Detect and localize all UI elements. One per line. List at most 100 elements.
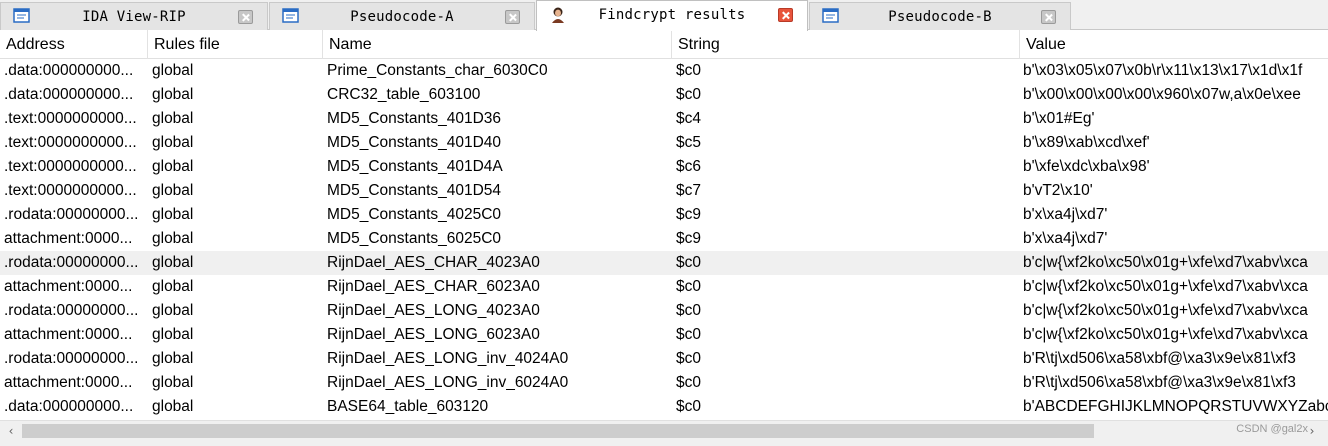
cell-value: b'\x03\x05\x07\x0b\r\x11\x13\x17\x1d\x1f [1023, 62, 1303, 79]
table-header: Address Rules file Name String Value [0, 30, 1328, 59]
cell-address: .rodata:00000000... [4, 254, 139, 271]
findcrypt-icon [549, 6, 567, 23]
cell-name: MD5_Constants_401D40 [327, 134, 502, 151]
cell-rules-file: global [152, 134, 194, 151]
cell-rules-file: global [152, 62, 194, 79]
cell-value: b'x\xa4j\xd7' [1023, 206, 1108, 223]
tab-label: IDA View-RIP [82, 9, 186, 25]
cell-rules-file: global [152, 182, 194, 199]
cell-address: .text:0000000000... [4, 158, 137, 175]
cell-value: b'c|w{\xf2ko\xc50\x01g+\xfe\xd7\xabv\xca [1023, 278, 1308, 295]
table-row[interactable]: attachment:0000... global RijnDael_AES_C… [0, 275, 1328, 299]
cell-string: $c0 [676, 254, 701, 271]
cell-value: b'\x01#Eg' [1023, 110, 1095, 127]
cell-string: $c0 [676, 278, 701, 295]
table-row[interactable]: .text:0000000000... global MD5_Constants… [0, 179, 1328, 203]
cell-address: attachment:0000... [4, 230, 133, 247]
cell-name: MD5_Constants_6025C0 [327, 230, 502, 247]
cell-rules-file: global [152, 398, 194, 415]
tab-ida-view-rip[interactable]: IDA View-RIP [0, 2, 268, 30]
cell-address: attachment:0000... [4, 326, 133, 343]
table-row[interactable]: attachment:0000... global MD5_Constants_… [0, 227, 1328, 251]
cell-address: .text:0000000000... [4, 134, 137, 151]
cell-string: $c0 [676, 398, 701, 415]
cell-value: b'\xfe\xdc\xba\x98' [1023, 158, 1150, 175]
cell-address: .rodata:00000000... [4, 350, 139, 367]
column-header-name[interactable]: Name [323, 30, 672, 59]
table-row[interactable]: .text:0000000000... global MD5_Constants… [0, 107, 1328, 131]
table-row[interactable]: .rodata:00000000... global RijnDael_AES_… [0, 347, 1328, 371]
cell-value: b'x\xa4j\xd7' [1023, 230, 1108, 247]
scrollbar-thumb[interactable] [22, 424, 1094, 438]
cell-value: b'c|w{\xf2ko\xc50\x01g+\xfe\xd7\xabv\xca [1023, 302, 1308, 319]
cell-name: RijnDael_AES_LONG_inv_4024A0 [327, 350, 569, 367]
cell-string: $c6 [676, 158, 701, 175]
cell-rules-file: global [152, 302, 194, 319]
cell-rules-file: global [152, 230, 194, 247]
table-row[interactable]: attachment:0000... global RijnDael_AES_L… [0, 371, 1328, 395]
column-header-string[interactable]: String [672, 30, 1020, 59]
cell-string: $c7 [676, 182, 701, 199]
table-row[interactable]: .rodata:00000000... global MD5_Constants… [0, 203, 1328, 227]
cell-value: b'R\tj\xd506\xa58\xbf@\xa3\x9e\x81\xf3 [1023, 374, 1296, 391]
cell-string: $c9 [676, 206, 701, 223]
close-icon[interactable] [778, 8, 793, 22]
cell-address: .text:0000000000... [4, 110, 137, 127]
cell-address: .rodata:00000000... [4, 302, 139, 319]
cell-rules-file: global [152, 158, 194, 175]
cell-rules-file: global [152, 110, 194, 127]
scroll-left-arrow-icon[interactable]: ‹ [5, 425, 17, 437]
table-row[interactable]: .data:000000000... global Prime_Constant… [0, 59, 1328, 83]
horizontal-scrollbar[interactable]: ‹ › [0, 420, 1328, 440]
table-row[interactable]: .rodata:00000000... global RijnDael_AES_… [0, 251, 1328, 275]
table-row[interactable]: attachment:0000... global RijnDael_AES_L… [0, 323, 1328, 347]
table-row[interactable]: .text:0000000000... global MD5_Constants… [0, 131, 1328, 155]
cell-string: $c4 [676, 110, 701, 127]
close-icon[interactable] [505, 10, 520, 24]
cell-value: b'ABCDEFGHIJKLMNOPQRSTUVWXYZabc [1023, 398, 1328, 415]
tab-pseudocode-a[interactable]: Pseudocode-A [269, 2, 535, 30]
cell-name: MD5_Constants_401D36 [327, 110, 502, 127]
cell-address: attachment:0000... [4, 278, 133, 295]
cell-string: $c0 [676, 326, 701, 343]
cell-string: $c0 [676, 302, 701, 319]
cell-name: BASE64_table_603120 [327, 398, 489, 415]
cell-name: CRC32_table_603100 [327, 86, 481, 103]
table-row[interactable]: .rodata:00000000... global RijnDael_AES_… [0, 299, 1328, 323]
cell-name: RijnDael_AES_LONG_6023A0 [327, 326, 540, 343]
cell-name: RijnDael_AES_LONG_4023A0 [327, 302, 540, 319]
cell-address: .data:000000000... [4, 86, 134, 103]
column-header-address[interactable]: Address [0, 30, 148, 59]
cell-string: $c0 [676, 374, 701, 391]
cell-value: b'R\tj\xd506\xa58\xbf@\xa3\x9e\x81\xf3 [1023, 350, 1296, 367]
table-row[interactable]: .text:0000000000... global MD5_Constants… [0, 155, 1328, 179]
cell-name: RijnDael_AES_CHAR_4023A0 [327, 254, 540, 271]
pseudocode-icon [822, 8, 840, 24]
tab-pseudocode-b[interactable]: Pseudocode-B [809, 2, 1071, 30]
close-icon[interactable] [1041, 10, 1056, 24]
cell-rules-file: global [152, 86, 194, 103]
cell-string: $c0 [676, 86, 701, 103]
findcrypt-results-table: Address Rules file Name String Value .da… [0, 30, 1328, 420]
cell-name: RijnDael_AES_LONG_inv_6024A0 [327, 374, 569, 391]
close-icon[interactable] [238, 10, 253, 24]
tab-findcrypt-results[interactable]: Findcrypt results [536, 0, 808, 31]
cell-rules-file: global [152, 374, 194, 391]
cell-value: b'\x89\xab\xcd\xef' [1023, 134, 1150, 151]
tab-label: Findcrypt results [598, 7, 746, 23]
table-row[interactable]: .data:000000000... global CRC32_table_60… [0, 83, 1328, 107]
cell-value: b'vT2\x10' [1023, 182, 1093, 199]
ida-view-icon [13, 8, 31, 24]
pseudocode-icon [282, 8, 300, 24]
cell-address: .data:000000000... [4, 398, 134, 415]
cell-string: $c9 [676, 230, 701, 247]
table-row[interactable]: .data:000000000... global BASE64_table_6… [0, 395, 1328, 419]
cell-rules-file: global [152, 350, 194, 367]
cell-name: MD5_Constants_401D54 [327, 182, 502, 199]
cell-rules-file: global [152, 254, 194, 271]
watermark: CSDN @gal2x [1236, 423, 1308, 435]
cell-address: .data:000000000... [4, 62, 134, 79]
column-header-rules-file[interactable]: Rules file [148, 30, 323, 59]
cell-address: .rodata:00000000... [4, 206, 139, 223]
column-header-value[interactable]: Value [1020, 30, 1328, 59]
